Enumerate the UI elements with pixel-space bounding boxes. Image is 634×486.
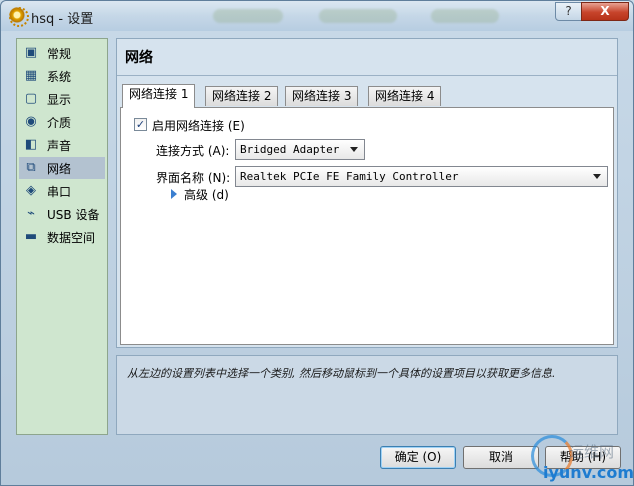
settings-category-list[interactable]: ▣ 常规 ▦ 系统 ▢ 显示 ◉ 介质 ◧ 声音 ⧉ 网络 ◈ 串口 ⌁ USB (16, 38, 108, 435)
attached-to-select[interactable]: Bridged Adapter (235, 139, 365, 160)
tab-adapter-2[interactable]: 网络连接 2 (205, 86, 279, 106)
serial-port-icon: ◈ (26, 183, 36, 198)
chevron-down-icon (350, 147, 358, 152)
tab-adapter-4[interactable]: 网络连接 4 (368, 86, 442, 106)
sidebar-item-audio[interactable]: ◧ 声音 (19, 134, 105, 156)
advanced-toggle[interactable]: 高级 (d) (184, 186, 229, 203)
usb-icon: ⌁ (27, 206, 35, 221)
ok-button[interactable]: 确定 (O) (380, 446, 456, 469)
blurred-taskbar-item (431, 9, 499, 23)
settings-window: hsq - 设置 ? X ▣ 常规 ▦ 系统 ▢ 显示 ◉ 介质 ◧ 声音 ⧉ … (0, 0, 634, 486)
watermark-url: iyunv.com (543, 463, 634, 482)
info-panel: 从左边的设置列表中选择一个类别, 然后移动鼠标到一个具体的设置项目以获取更多信息… (116, 355, 618, 435)
tab-panel: ✓ 启用网络连接 (E) 连接方式 (A): Bridged Adapter 界… (120, 107, 614, 345)
blurred-taskbar-item (213, 9, 283, 23)
chip-icon: ▦ (24, 68, 38, 83)
sidebar-item-general[interactable]: ▣ 常规 (19, 42, 105, 64)
display-icon: ▢ (24, 91, 38, 106)
divider (117, 75, 617, 76)
network-icon: ⧉ (26, 160, 36, 175)
chevron-down-icon (593, 174, 601, 179)
folder-icon: ▬ (24, 229, 38, 244)
enable-network-checkbox[interactable]: ✓ (134, 118, 147, 131)
disc-icon: ◉ (25, 114, 37, 129)
sidebar-item-display[interactable]: ▢ 显示 (19, 88, 105, 110)
expand-arrow-icon[interactable] (171, 189, 177, 199)
watermark-text: 运维网 (569, 443, 615, 461)
sidebar-item-serial-ports[interactable]: ◈ 串口 (19, 180, 105, 202)
help-caption-button[interactable]: ? (555, 2, 582, 21)
close-button[interactable]: X (581, 2, 629, 21)
cancel-button[interactable]: 取消 (463, 446, 539, 469)
sidebar-item-system[interactable]: ▦ 系统 (19, 65, 105, 87)
tab-adapter-1[interactable]: 网络连接 1 (122, 84, 196, 108)
network-settings-panel: 网络 网络连接 1 网络连接 2 网络连接 3 网络连接 4 ✓ 启用网络连接 … (116, 38, 618, 348)
sidebar-item-storage[interactable]: ◉ 介质 (19, 111, 105, 133)
adapter-name-select[interactable]: Realtek PCIe FE Family Controller (235, 166, 608, 187)
page-title: 网络 (125, 50, 153, 66)
gear-icon (9, 7, 29, 27)
sidebar-item-shared-folders[interactable]: ▬ 数据空间 (19, 226, 105, 248)
adapter-name-label: 界面名称 (N): (156, 171, 231, 185)
window-title: hsq - 设置 (31, 12, 94, 27)
enable-network-label[interactable]: 启用网络连接 (E) (152, 117, 245, 134)
title-bar[interactable]: hsq - 设置 ? X (1, 1, 633, 31)
speaker-icon: ◧ (24, 137, 38, 152)
attached-to-label: 连接方式 (A): (156, 144, 230, 158)
tab-adapter-3[interactable]: 网络连接 3 (285, 86, 359, 106)
blurred-taskbar-item (319, 9, 397, 23)
sidebar-item-network[interactable]: ⧉ 网络 (19, 157, 105, 179)
monitor-icon: ▣ (24, 45, 38, 60)
sidebar-item-usb[interactable]: ⌁ USB 设备 (19, 203, 105, 225)
info-text: 从左边的设置列表中选择一个类别, 然后移动鼠标到一个具体的设置项目以获取更多信息… (127, 367, 556, 380)
